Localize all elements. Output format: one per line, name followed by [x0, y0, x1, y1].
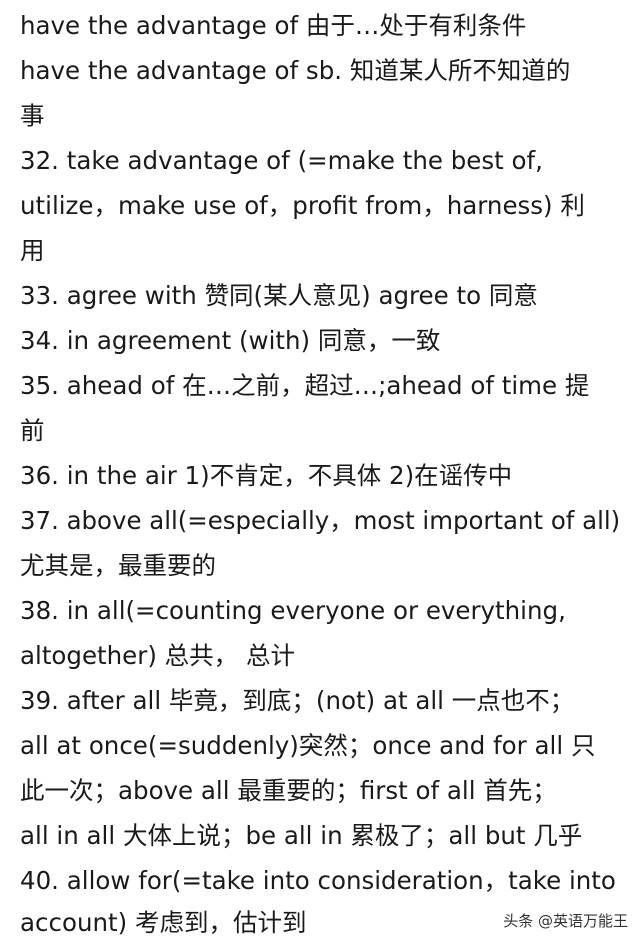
- text-line: 32. take advantage of (=make the best of…: [20, 146, 543, 175]
- text-line: 前: [20, 416, 45, 445]
- text-line: 37. above all(=especially，most important…: [20, 506, 621, 535]
- text-line: have the advantage of sb. 知道某人所不知道的: [20, 56, 571, 85]
- text-line: 40. allow for(=take into consideration，t…: [20, 866, 616, 895]
- text-line: all at once(=suddenly)突然；once and for al…: [20, 731, 596, 760]
- watermark: 头条 @英语万能王: [501, 909, 630, 933]
- text-line: utilize，make use of，profit from，harness)…: [20, 191, 585, 220]
- text-line: 34. in agreement (with) 同意，一致: [20, 326, 441, 355]
- text-line: 35. ahead of 在…之前，超过…;ahead of time 提: [20, 371, 590, 400]
- text-line: 用: [20, 236, 45, 265]
- text-line: 39. after all 毕竟，到底；(not) at all 一点也不；: [20, 686, 575, 715]
- text-line: all in all 大体上说；be all in 累极了；all but 几乎: [20, 821, 583, 850]
- document-page: have the advantage of 由于…处于有利条件 have the…: [0, 0, 640, 945]
- text-line: 事: [20, 101, 45, 130]
- text-line: altogether) 总共， 总计: [20, 641, 295, 670]
- text-line: 33. agree with 赞同(某人意见) agree to 同意: [20, 281, 538, 310]
- text-line: have the advantage of 由于…处于有利条件: [20, 11, 527, 40]
- text-line: 此一次；above all 最重要的；first of all 首先；: [20, 776, 557, 805]
- text-line: 38. in all(=counting everyone or everyth…: [20, 596, 566, 625]
- text-line: 尤其是，最重要的: [20, 551, 216, 580]
- text-line: 36. in the air 1)不肯定，不具体 2)在谣传中: [20, 461, 513, 490]
